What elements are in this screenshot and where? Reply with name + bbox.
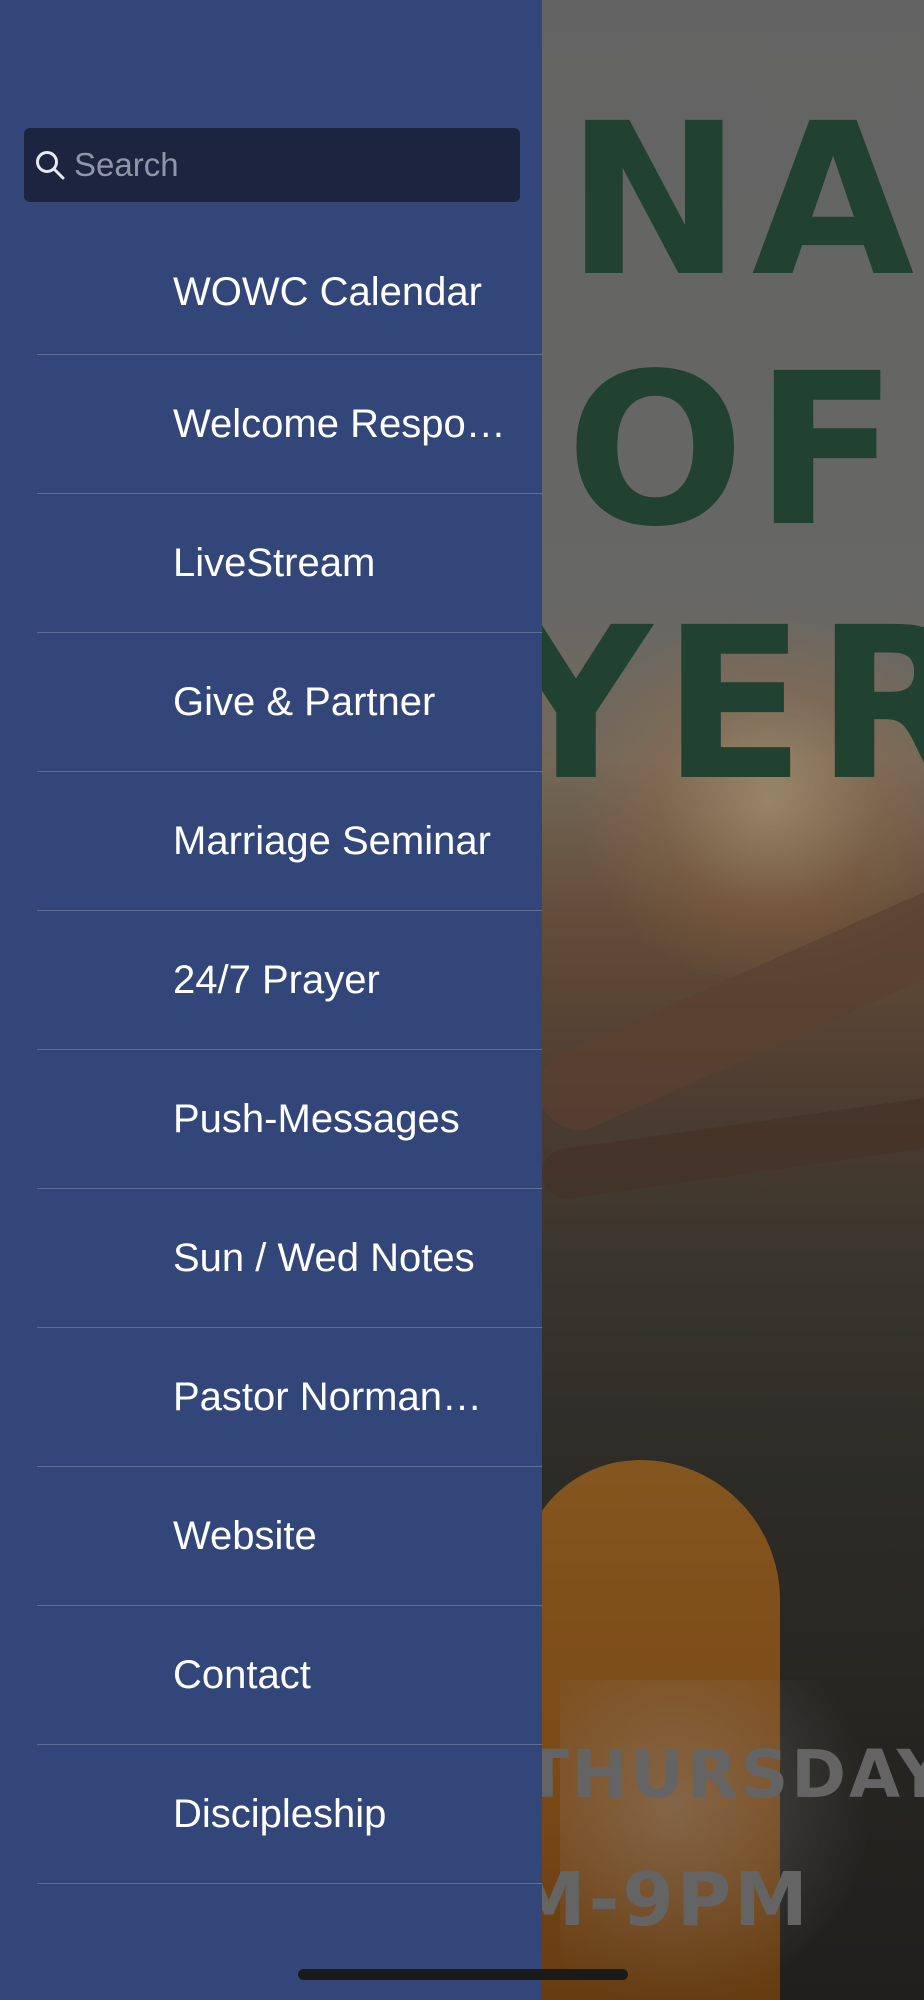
menu-item-label: Sun / Wed Notes: [173, 1235, 475, 1280]
menu-item-website[interactable]: Website: [37, 1467, 542, 1606]
menu-item-give-partner[interactable]: Give & Partner: [37, 633, 542, 772]
menu-item-sun-wed-notes[interactable]: Sun / Wed Notes: [37, 1189, 542, 1328]
menu-list: WOWC Calendar Welcome Respo… LiveStream …: [0, 230, 542, 1884]
side-drawer: WOWC Calendar Welcome Respo… LiveStream …: [0, 0, 542, 2000]
menu-item-label: Welcome Respo…: [173, 401, 506, 446]
menu-item-label: Push-Messages: [173, 1096, 460, 1141]
menu-item-welcome-response[interactable]: Welcome Respo…: [37, 355, 542, 494]
menu-item-label: Give & Partner: [173, 679, 436, 724]
menu-item-label: LiveStream: [173, 540, 376, 585]
home-indicator[interactable]: [298, 1969, 628, 1980]
menu-item-label: Marriage Seminar: [173, 818, 491, 863]
menu-item-marriage-seminar[interactable]: Marriage Seminar: [37, 772, 542, 911]
menu-item-pastor-norman[interactable]: Pastor Norman…: [37, 1328, 542, 1467]
menu-item-push-messages[interactable]: Push-Messages: [37, 1050, 542, 1189]
menu-item-livestream[interactable]: LiveStream: [37, 494, 542, 633]
menu-item-discipleship[interactable]: Discipleship: [37, 1745, 542, 1884]
menu-item-label: WOWC Calendar: [173, 269, 482, 314]
menu-item-label: 24/7 Prayer: [173, 957, 380, 1002]
menu-item-label: Contact: [173, 1652, 311, 1697]
menu-item-label: Website: [173, 1513, 317, 1558]
search-bar[interactable]: [24, 128, 520, 202]
search-input[interactable]: [74, 146, 494, 184]
menu-item-wowc-calendar[interactable]: WOWC Calendar: [37, 230, 542, 355]
menu-item-label: Pastor Norman…: [173, 1374, 482, 1419]
search-icon: [36, 151, 65, 180]
menu-item-contact[interactable]: Contact: [37, 1606, 542, 1745]
menu-item-prayer[interactable]: 24/7 Prayer: [37, 911, 542, 1050]
menu-item-label: Discipleship: [173, 1791, 387, 1836]
